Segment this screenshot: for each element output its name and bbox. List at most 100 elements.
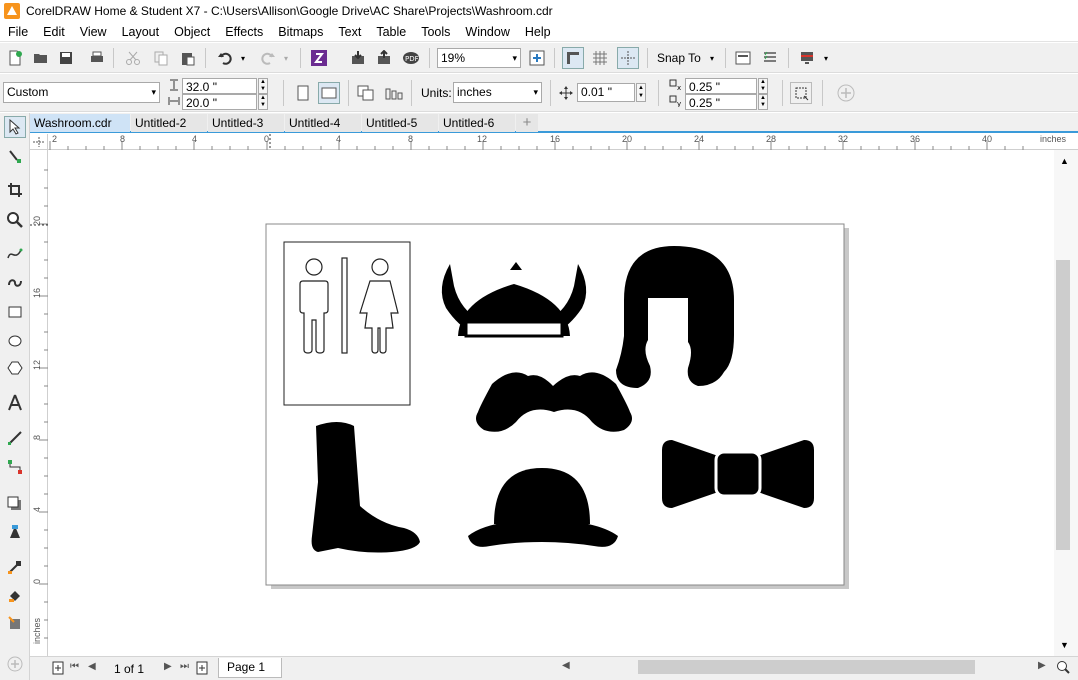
crop-tool-icon[interactable] [4,179,26,201]
ruler-origin[interactable] [30,134,48,150]
add-tool-icon[interactable] [4,653,26,675]
scroll-up-icon[interactable]: ▲ [1060,156,1069,166]
paste-icon[interactable] [178,48,198,68]
ellipse-tool-icon[interactable] [4,330,26,352]
corel-connect-icon[interactable] [309,48,329,68]
duplicate-distance-y-field[interactable]: 0.25 " [685,94,757,110]
freehand-tool-icon[interactable] [4,243,26,265]
cut-icon[interactable] [123,48,143,68]
tab-untitled-4[interactable]: Untitled-4 [285,114,361,132]
scroll-left-icon[interactable]: ◀ [562,660,570,671]
tab-untitled-2[interactable]: Untitled-2 [131,114,207,132]
duplicate-x-spinner[interactable]: ▲ ▼ [758,78,768,94]
horizontal-scroll-thumb[interactable] [638,660,975,674]
menu-view[interactable]: View [72,22,114,42]
tab-untitled-3[interactable]: Untitled-3 [208,114,284,132]
menu-file[interactable]: File [0,22,35,42]
page-height-spinner[interactable]: ▲ ▼ [258,94,268,110]
menu-layout[interactable]: Layout [114,22,167,42]
rectangle-tool-icon[interactable] [4,301,26,323]
zoom-level-combo[interactable]: 19% ▾ [437,48,521,68]
menu-effects[interactable]: Effects [217,22,270,42]
vertical-ruler[interactable]: 20 16 12 8 4 0 inches [30,150,48,656]
all-pages-icon[interactable] [356,83,376,103]
publish-pdf-icon[interactable]: PDF [401,48,421,68]
undo-dropdown-icon[interactable]: ▾ [238,48,248,68]
page-height-field[interactable]: 20.0 " [182,94,257,110]
undo-icon[interactable] [215,48,235,68]
show-guidelines-icon[interactable] [617,47,639,69]
landscape-icon[interactable] [318,82,340,104]
tab-untitled-6[interactable]: Untitled-6 [439,114,515,132]
scroll-right-icon[interactable]: ▶ [1038,660,1046,671]
text-tool-icon[interactable] [4,392,26,414]
transparency-tool-icon[interactable] [4,520,26,542]
options-icon[interactable] [733,48,753,68]
page-tab-1[interactable]: Page 1 [218,658,283,678]
portrait-icon[interactable] [293,83,313,103]
tab-untitled-5[interactable]: Untitled-5 [362,114,438,132]
full-screen-icon[interactable] [527,48,547,68]
zoom-navigator-icon[interactable] [1056,660,1070,674]
tab-washroom[interactable]: Washroom.cdr [30,114,130,132]
new-tab-icon[interactable]: + [516,114,538,132]
horizontal-ruler[interactable]: 2 8 4 0 4 8 12 16 20 24 28 32 36 40 inch… [48,134,1078,150]
nudge-distance-field[interactable]: 0.01 " [577,83,635,102]
menu-edit[interactable]: Edit [35,22,72,42]
open-icon[interactable] [31,48,51,68]
insert-page-after-icon[interactable] [196,661,208,675]
zoom-tool-icon[interactable] [4,209,26,231]
redo-dropdown-icon[interactable]: ▾ [281,48,291,68]
connector-tool-icon[interactable] [4,456,26,478]
export-icon[interactable] [374,48,394,68]
next-page-icon[interactable]: ▶ [164,661,172,672]
show-grid-icon[interactable] [590,48,610,68]
welcome-screen-icon[interactable] [797,48,817,68]
snap-to-dropdown-icon[interactable]: ▾ [707,48,717,68]
application-launcher-icon[interactable] [760,48,780,68]
shape-tool-icon[interactable] [4,145,26,167]
menu-table[interactable]: Table [368,22,413,42]
units-select[interactable]: inches ▾ [453,82,542,103]
import-icon[interactable] [348,48,368,68]
artistic-media-icon[interactable] [4,272,26,294]
drawing-canvas[interactable] [48,150,1054,656]
menu-object[interactable]: Object [166,22,217,42]
menu-help[interactable]: Help [517,22,558,42]
duplicate-y-spinner[interactable]: ▲ ▼ [758,94,768,110]
nudge-distance-spinner[interactable]: ▲ ▼ [636,83,646,102]
insert-page-before-icon[interactable] [52,661,64,675]
snap-to-label[interactable]: Snap To [657,51,701,65]
menu-bitmaps[interactable]: Bitmaps [270,22,330,42]
menu-text[interactable]: Text [330,22,368,42]
page-width-field[interactable]: 32.0 " [182,78,257,94]
copy-icon[interactable] [151,48,171,68]
smart-fill-icon[interactable] [4,612,26,634]
previous-page-icon[interactable]: ◀ [88,661,96,672]
treat-as-filled-icon[interactable] [790,82,812,104]
duplicate-distance-x-field[interactable]: 0.25 " [685,78,757,94]
page-width-spinner[interactable]: ▲ ▼ [258,78,268,94]
save-icon[interactable] [56,48,76,68]
pick-tool-icon[interactable] [4,116,26,138]
show-rulers-icon[interactable] [562,47,584,69]
interactive-fill-icon[interactable] [4,584,26,606]
page-size-preset-select[interactable]: Custom ▾ [3,82,160,103]
drop-shadow-icon[interactable] [4,493,26,515]
eyedropper-tool-icon[interactable] [4,556,26,578]
menu-tools[interactable]: Tools [413,22,457,42]
redo-icon[interactable] [258,48,278,68]
scroll-down-icon[interactable]: ▼ [1060,640,1069,650]
current-page-icon[interactable] [384,83,404,103]
parallel-dimension-icon[interactable] [4,427,26,449]
first-page-icon[interactable]: ⏮ [70,661,79,672]
last-page-icon[interactable]: ⏭ [180,661,189,672]
add-icon[interactable] [836,83,856,103]
vertical-scrollbar[interactable]: ▲ ▼ [1054,150,1078,656]
vertical-scroll-thumb[interactable] [1056,260,1070,550]
print-icon[interactable] [87,48,107,68]
new-document-icon[interactable] [5,48,25,68]
menu-window[interactable]: Window [457,22,516,42]
welcome-dropdown-icon[interactable]: ▾ [821,48,831,68]
polygon-tool-icon[interactable] [4,357,26,379]
